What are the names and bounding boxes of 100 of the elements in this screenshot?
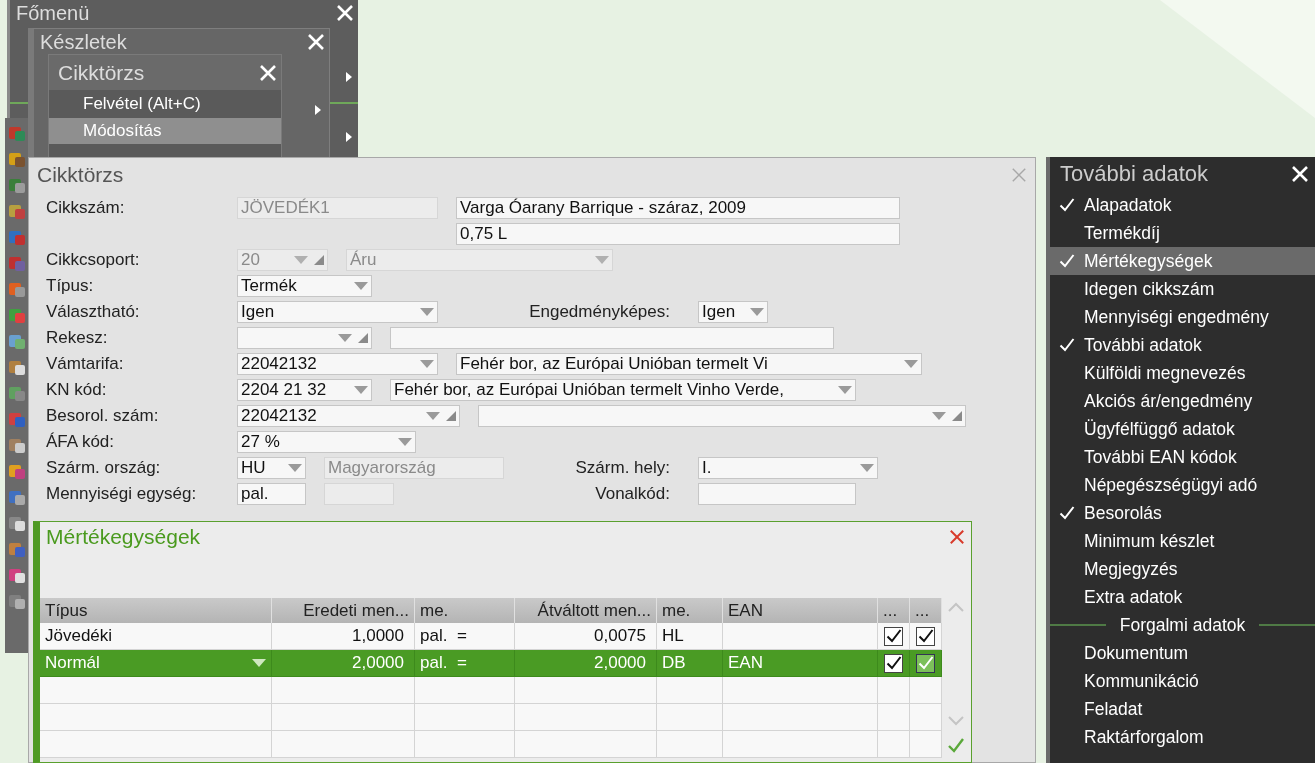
panel-item[interactable]: Népegészségügyi adó [1050,471,1315,499]
app-icon[interactable] [7,436,26,454]
table-cell: HL [657,623,723,650]
scroll-down-icon[interactable] [948,716,964,726]
text-field[interactable]: 0,75 L [456,223,900,245]
field-label: Szárm. ország: [46,458,162,478]
dropdown-field[interactable]: HU [237,457,306,479]
dropdown-caret-icon[interactable] [354,282,368,290]
panel-item[interactable]: Dokumentum [1050,639,1315,667]
column-header[interactable]: EAN [723,598,878,623]
field-label: Szárm. hely: [574,458,671,478]
panel-item[interactable]: További EAN kódok [1050,443,1315,471]
table-cell: pal. = [415,650,515,677]
app-icon[interactable] [7,462,26,480]
dropdown-caret-icon[interactable] [354,386,368,394]
dropdown-caret-icon[interactable] [398,438,412,446]
window-title: Mértékegységek [46,525,201,549]
panel-item[interactable]: Termékdíj [1050,219,1315,247]
dropdown-field[interactable]: 27 % [237,431,416,453]
caret-right-icon[interactable] [346,132,352,142]
text-field[interactable] [698,483,856,505]
column-header[interactable]: ... [910,598,942,623]
field-label: Cikkszám: [46,198,126,218]
panel-item[interactable]: Feladat [1050,695,1315,723]
column-header[interactable]: Átváltott men... [515,598,657,623]
app-icon[interactable] [7,592,26,610]
dropdown-caret-icon[interactable] [860,464,874,472]
dropdown-field[interactable]: 2204 21 32 [237,379,372,401]
dropdown-field[interactable]: Fehér bor, az Európai Unióban termelt Vi [456,353,922,375]
app-icon[interactable] [7,384,26,402]
caret-right-icon[interactable] [346,72,352,82]
panel-item[interactable]: Minimum készlet [1050,527,1315,555]
panel-item[interactable]: Külföldi megnevezés [1050,359,1315,387]
dropdown-field[interactable]: Termék [237,275,372,297]
table-cell [657,731,723,758]
lookup-field[interactable]: 22042132 [237,405,460,427]
table-cell [878,704,910,731]
panel-item[interactable]: Kommunikáció [1050,667,1315,695]
column-header[interactable]: ... [878,598,910,623]
app-icon[interactable] [7,150,26,168]
table-cell[interactable] [723,623,878,650]
dropdown-field[interactable]: Igen [698,301,768,323]
panel-item[interactable]: Idegen cikkszám [1050,275,1315,303]
panel-item[interactable]: Akciós ár/engedmény [1050,387,1315,415]
table-cell[interactable]: EAN [723,650,878,677]
column-header[interactable]: me. [415,598,515,623]
dropdown-caret-icon[interactable] [420,308,434,316]
scroll-up-icon[interactable] [948,602,964,612]
dropdown-field[interactable]: I. [698,457,878,479]
text-field[interactable] [390,327,834,349]
text-field[interactable]: pal. [237,483,306,505]
dropdown-field[interactable]: Igen [237,301,438,323]
panel-item[interactable]: Raktárforgalom [1050,723,1315,751]
dropdown-field[interactable]: 22042132 [237,353,438,375]
app-icon[interactable] [7,202,26,220]
dropdown-caret-icon[interactable] [426,412,440,420]
panel-item[interactable]: Alapadatok [1050,191,1315,219]
dropdown-caret-icon[interactable] [252,659,266,667]
app-icon[interactable] [7,176,26,194]
table-cell [910,731,942,758]
app-icon[interactable] [7,540,26,558]
panel-item[interactable]: Megjegyzés [1050,555,1315,583]
field-label: Engedményképes: [528,302,671,322]
column-header[interactable]: me. [657,598,723,623]
dropdown-caret-icon[interactable] [288,464,302,472]
caret-right-icon[interactable] [315,105,321,115]
app-icon[interactable] [7,488,26,506]
app-icon[interactable] [7,514,26,532]
table-cell [910,677,942,704]
table-cell[interactable]: Jövedéki [40,623,272,650]
text-field[interactable]: Varga Óarany Barrique - száraz, 2009 [456,197,900,219]
panel-item[interactable]: Mennyiségi engedmény [1050,303,1315,331]
lookup-field[interactable] [478,405,966,427]
confirm-icon[interactable] [947,736,965,754]
table-cell [910,704,942,731]
panel-item[interactable]: Extra adatok [1050,583,1315,611]
corner-icon[interactable] [446,411,456,421]
dropdown-caret-icon[interactable] [420,360,434,368]
dropdown-caret-icon[interactable] [750,308,764,316]
panel-item[interactable]: Besorolás [1050,499,1315,527]
dropdown-caret-icon[interactable] [838,386,852,394]
corner-icon[interactable] [952,411,962,421]
table-cell: pal. = [415,623,515,650]
panel-title: További adatok [1060,161,1208,187]
corner-icon[interactable] [358,333,368,343]
app-icon[interactable] [7,358,26,376]
panel-item[interactable]: További adatok [1050,331,1315,359]
panel-item[interactable]: Mértékegységek [1050,247,1315,275]
dropdown-caret-icon[interactable] [338,334,352,342]
table-cell[interactable]: Normál [40,650,272,677]
dropdown-field[interactable]: Fehér bor, az Európai Unióban termelt Vinho Verde, [390,379,856,401]
app-icon[interactable] [7,280,26,298]
lookup-field[interactable] [237,327,372,349]
column-header[interactable]: Eredeti men... [272,598,415,623]
dropdown-caret-icon[interactable] [932,412,946,420]
app-icon[interactable] [7,332,26,350]
column-header[interactable]: Típus [40,598,272,623]
panel-item[interactable]: Ügyfélfüggő adatok [1050,415,1315,443]
dropdown-caret-icon[interactable] [904,360,918,368]
app-icon[interactable] [7,566,26,584]
